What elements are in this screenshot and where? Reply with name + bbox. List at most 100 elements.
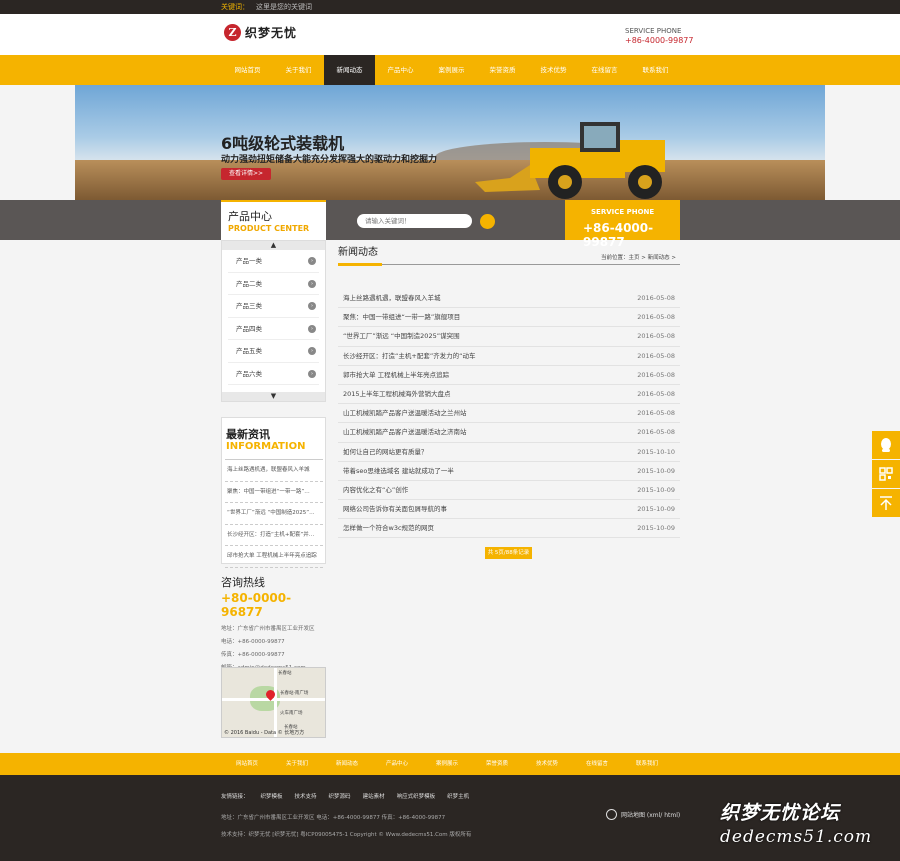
header: Z 织梦无忧 SERVICE PHONE +86-4000-99877 xyxy=(0,14,900,55)
qq-float-button[interactable] xyxy=(872,431,900,459)
latest-news-item[interactable]: 长沙经开区：打造“主机+配套”并… xyxy=(225,525,323,546)
qrcode-icon xyxy=(879,467,893,481)
news-item[interactable]: “世界工厂”渐远 “中国制造2025”谋突围 2016-05-08 xyxy=(338,327,680,347)
news-section: 新闻动态 当前位置：主页 > 新闻动态 > 海上丝路遇机遇，联盟春风入羊城 201… xyxy=(338,243,680,539)
news-title-underline xyxy=(338,263,382,266)
arrow-right-icon: › xyxy=(308,279,316,288)
news-list: 海上丝路遇机遇，联盟春风入羊城 2016-05-08 聚焦：中国一带组进“一带一路… xyxy=(338,289,680,539)
map[interactable]: 长春站 长春站·南广场 火车南广场 长春站 © 2016 Baidu - Dat… xyxy=(221,667,326,738)
nav-item-about[interactable]: 关于我们 xyxy=(273,55,324,85)
consult-hotline: +80-0000-96877 xyxy=(221,591,292,619)
footer-nav-item[interactable]: 在线留言 xyxy=(572,753,622,775)
product-center-header: 产品中心 PRODUCT CENTER xyxy=(221,200,326,240)
latest-news-subtitle: INFORMATION xyxy=(226,441,306,452)
news-item[interactable]: 2015上半年工程机械海外营销大盘点 2016-05-08 xyxy=(338,385,680,405)
consult-fax: 传真：+86-0000-99877 xyxy=(221,652,285,658)
back-to-top-button[interactable] xyxy=(872,489,900,517)
news-item[interactable]: 如何让自己的网站更有质量？ 2015-10-10 xyxy=(338,443,680,462)
banner-ground xyxy=(75,160,825,200)
wheel-loader-image xyxy=(475,122,665,199)
news-item[interactable]: 郭市抢大单 工程机械上半年亮点追踪 2016-05-08 xyxy=(338,366,680,385)
search-bar xyxy=(0,200,900,240)
nav-item-products[interactable]: 产品中心 xyxy=(375,55,426,85)
map-label: 长春站 xyxy=(278,671,292,676)
latest-news-item[interactable]: 海上丝路遇机遇，联盟春风入羊城 xyxy=(225,460,323,482)
service-phone-number: +86-4000-99877 xyxy=(625,36,694,45)
nav-item-news[interactable]: 新闻动态 xyxy=(324,55,375,85)
phone-box: SERVICE PHONE +86-4000-99877 xyxy=(565,200,680,249)
top-bar: 关键词： 这里是您的关键词 xyxy=(0,0,900,14)
map-label: 长春站·南广场 xyxy=(280,691,309,696)
nav-item-home[interactable]: 网站首页 xyxy=(222,55,273,85)
product-item[interactable]: 产品五类 › xyxy=(228,340,319,363)
chat-icon xyxy=(881,438,891,452)
friend-link[interactable]: 织梦源码 xyxy=(329,792,351,800)
latest-news-item[interactable]: 聚焦：中国一带组进“一带一路”… xyxy=(225,482,323,503)
watermark-title: 织梦无忧论坛 xyxy=(720,802,841,824)
latest-news-item[interactable]: 邱市抢大单 工程机械上半年亮点追踪 xyxy=(225,546,323,568)
logo[interactable]: Z 织梦无忧 xyxy=(224,24,297,41)
product-item[interactable]: 产品六类 › xyxy=(228,363,319,385)
friend-link[interactable]: 建站素材 xyxy=(363,792,385,800)
nav-item-cases[interactable]: 案例展示 xyxy=(426,55,477,85)
latest-news-item[interactable]: “世界工厂”渐远 “中国制造2025”… xyxy=(225,503,323,525)
friend-links-label: 友情链接： xyxy=(221,794,249,800)
footer-nav-item[interactable]: 关于我们 xyxy=(272,753,322,775)
friend-link[interactable]: 织梦模板 xyxy=(261,792,283,800)
footer-nav: 网站首页 关于我们 新闻动态 产品中心 案例展示 荣誉资质 技术优势 在线留言 … xyxy=(0,753,900,775)
footer-nav-item[interactable]: 产品中心 xyxy=(372,753,422,775)
product-item[interactable]: 产品四类 › xyxy=(228,318,319,340)
product-item[interactable]: 产品三类 › xyxy=(228,295,319,318)
service-phone-label: SERVICE PHONE xyxy=(625,27,682,35)
nav-item-tech[interactable]: 技术优势 xyxy=(528,55,579,85)
news-item[interactable]: 网络公司告诉你有关面包屑导航的事 2015-10-09 xyxy=(338,500,680,520)
qrcode-float-button[interactable] xyxy=(872,460,900,488)
main-nav: 网站首页 关于我们 新闻动态 产品中心 案例展示 荣誉资质 技术优势 在线留言 … xyxy=(0,55,900,85)
news-title: 新闻动态 xyxy=(338,247,378,258)
product-item[interactable]: 产品一类 › xyxy=(228,250,319,273)
footer-nav-item[interactable]: 技术优势 xyxy=(522,753,572,775)
scroll-down-icon[interactable]: ▼ xyxy=(222,392,325,401)
footer-nav-item[interactable]: 荣誉资质 xyxy=(472,753,522,775)
footer-nav-item[interactable]: 联系我们 xyxy=(622,753,672,775)
product-list: ▲ 产品一类 › 产品二类 › 产品三类 › 产品四类 › 产品五类 › 产品六类 › ▼ xyxy=(221,240,326,402)
map-copyright: © 2016 Baidu - Data © 长地万方 xyxy=(224,730,305,736)
banner-more-button[interactable]: 查看详情>> xyxy=(221,168,271,180)
consult-title: 咨询热线 xyxy=(221,576,265,589)
breadcrumb[interactable]: 当前位置：主页 > 新闻动态 > xyxy=(601,253,676,261)
latest-news-title: 最新资讯 xyxy=(226,428,270,441)
logo-text: 织梦无忧 xyxy=(245,26,298,40)
arrow-right-icon: › xyxy=(308,302,316,310)
news-item[interactable]: 山工机械凯踏产品客户送温暖活动之济南站 2016-05-08 xyxy=(338,423,680,443)
friend-link[interactable]: 织梦主机 xyxy=(447,792,469,800)
sitemap-link[interactable]: 网站地图 (xml/ html) xyxy=(606,809,680,820)
news-item[interactable]: 海上丝路遇机遇，联盟春风入羊城 2016-05-08 xyxy=(338,289,680,309)
friend-link[interactable]: 技术支持 xyxy=(295,792,317,800)
pagination[interactable]: 共 5页/88条记录 xyxy=(485,547,532,559)
search-input[interactable] xyxy=(357,214,472,228)
keyword-value: 这里是您的关键词 xyxy=(256,3,312,11)
news-item[interactable]: 内容优化之有“心”创作 2015-10-09 xyxy=(338,481,680,501)
service-phone: SERVICE PHONE +86-4000-99877 xyxy=(625,27,693,45)
footer-nav-item[interactable]: 网站首页 xyxy=(222,753,272,775)
footer-nav-item[interactable]: 案例展示 xyxy=(422,753,472,775)
nav-item-contact[interactable]: 联系我们 xyxy=(630,55,681,85)
friend-links: 友情链接： 织梦模板 技术支持 织梦源码 建站素材 响应式织梦模板 织梦主机 xyxy=(221,792,469,800)
arrow-right-icon: › xyxy=(308,257,316,265)
nav-item-message[interactable]: 在线留言 xyxy=(579,55,630,85)
footer-address: 地址：广东省广州市番禺区工业开发区 电话：+86-4000-99877 传真：+… xyxy=(221,815,446,821)
news-item[interactable]: 山工机械凯踏产品客户送温暖活动之兰州站 2016-05-08 xyxy=(338,404,680,424)
news-item[interactable]: 长沙经开区：打造“主机+配套”齐发力的“动车 2016-05-08 xyxy=(338,347,680,366)
news-item[interactable]: 怎样做一个符合w3c规范的网页 2015-10-09 xyxy=(338,519,680,539)
search-button[interactable] xyxy=(480,214,495,229)
product-item[interactable]: 产品二类 › xyxy=(228,273,319,295)
consult-tel: 电话：+86-0000-99877 xyxy=(221,639,285,645)
consult-address: 地址：广东省广州市番禺区工业开发区 xyxy=(221,626,315,632)
news-item[interactable]: 带着seo思维选域名 建站就成功了一半 2015-10-09 xyxy=(338,462,680,481)
footer-nav-item[interactable]: 新闻动态 xyxy=(322,753,372,775)
keyword-label: 关键词： xyxy=(221,3,249,11)
scroll-up-icon[interactable]: ▲ xyxy=(222,241,325,250)
nav-item-honors[interactable]: 荣誉资质 xyxy=(477,55,528,85)
news-item[interactable]: 聚焦：中国一带组进“一带一路”旗舰项目 2016-05-08 xyxy=(338,308,680,328)
friend-link[interactable]: 响应式织梦模板 xyxy=(397,792,436,800)
